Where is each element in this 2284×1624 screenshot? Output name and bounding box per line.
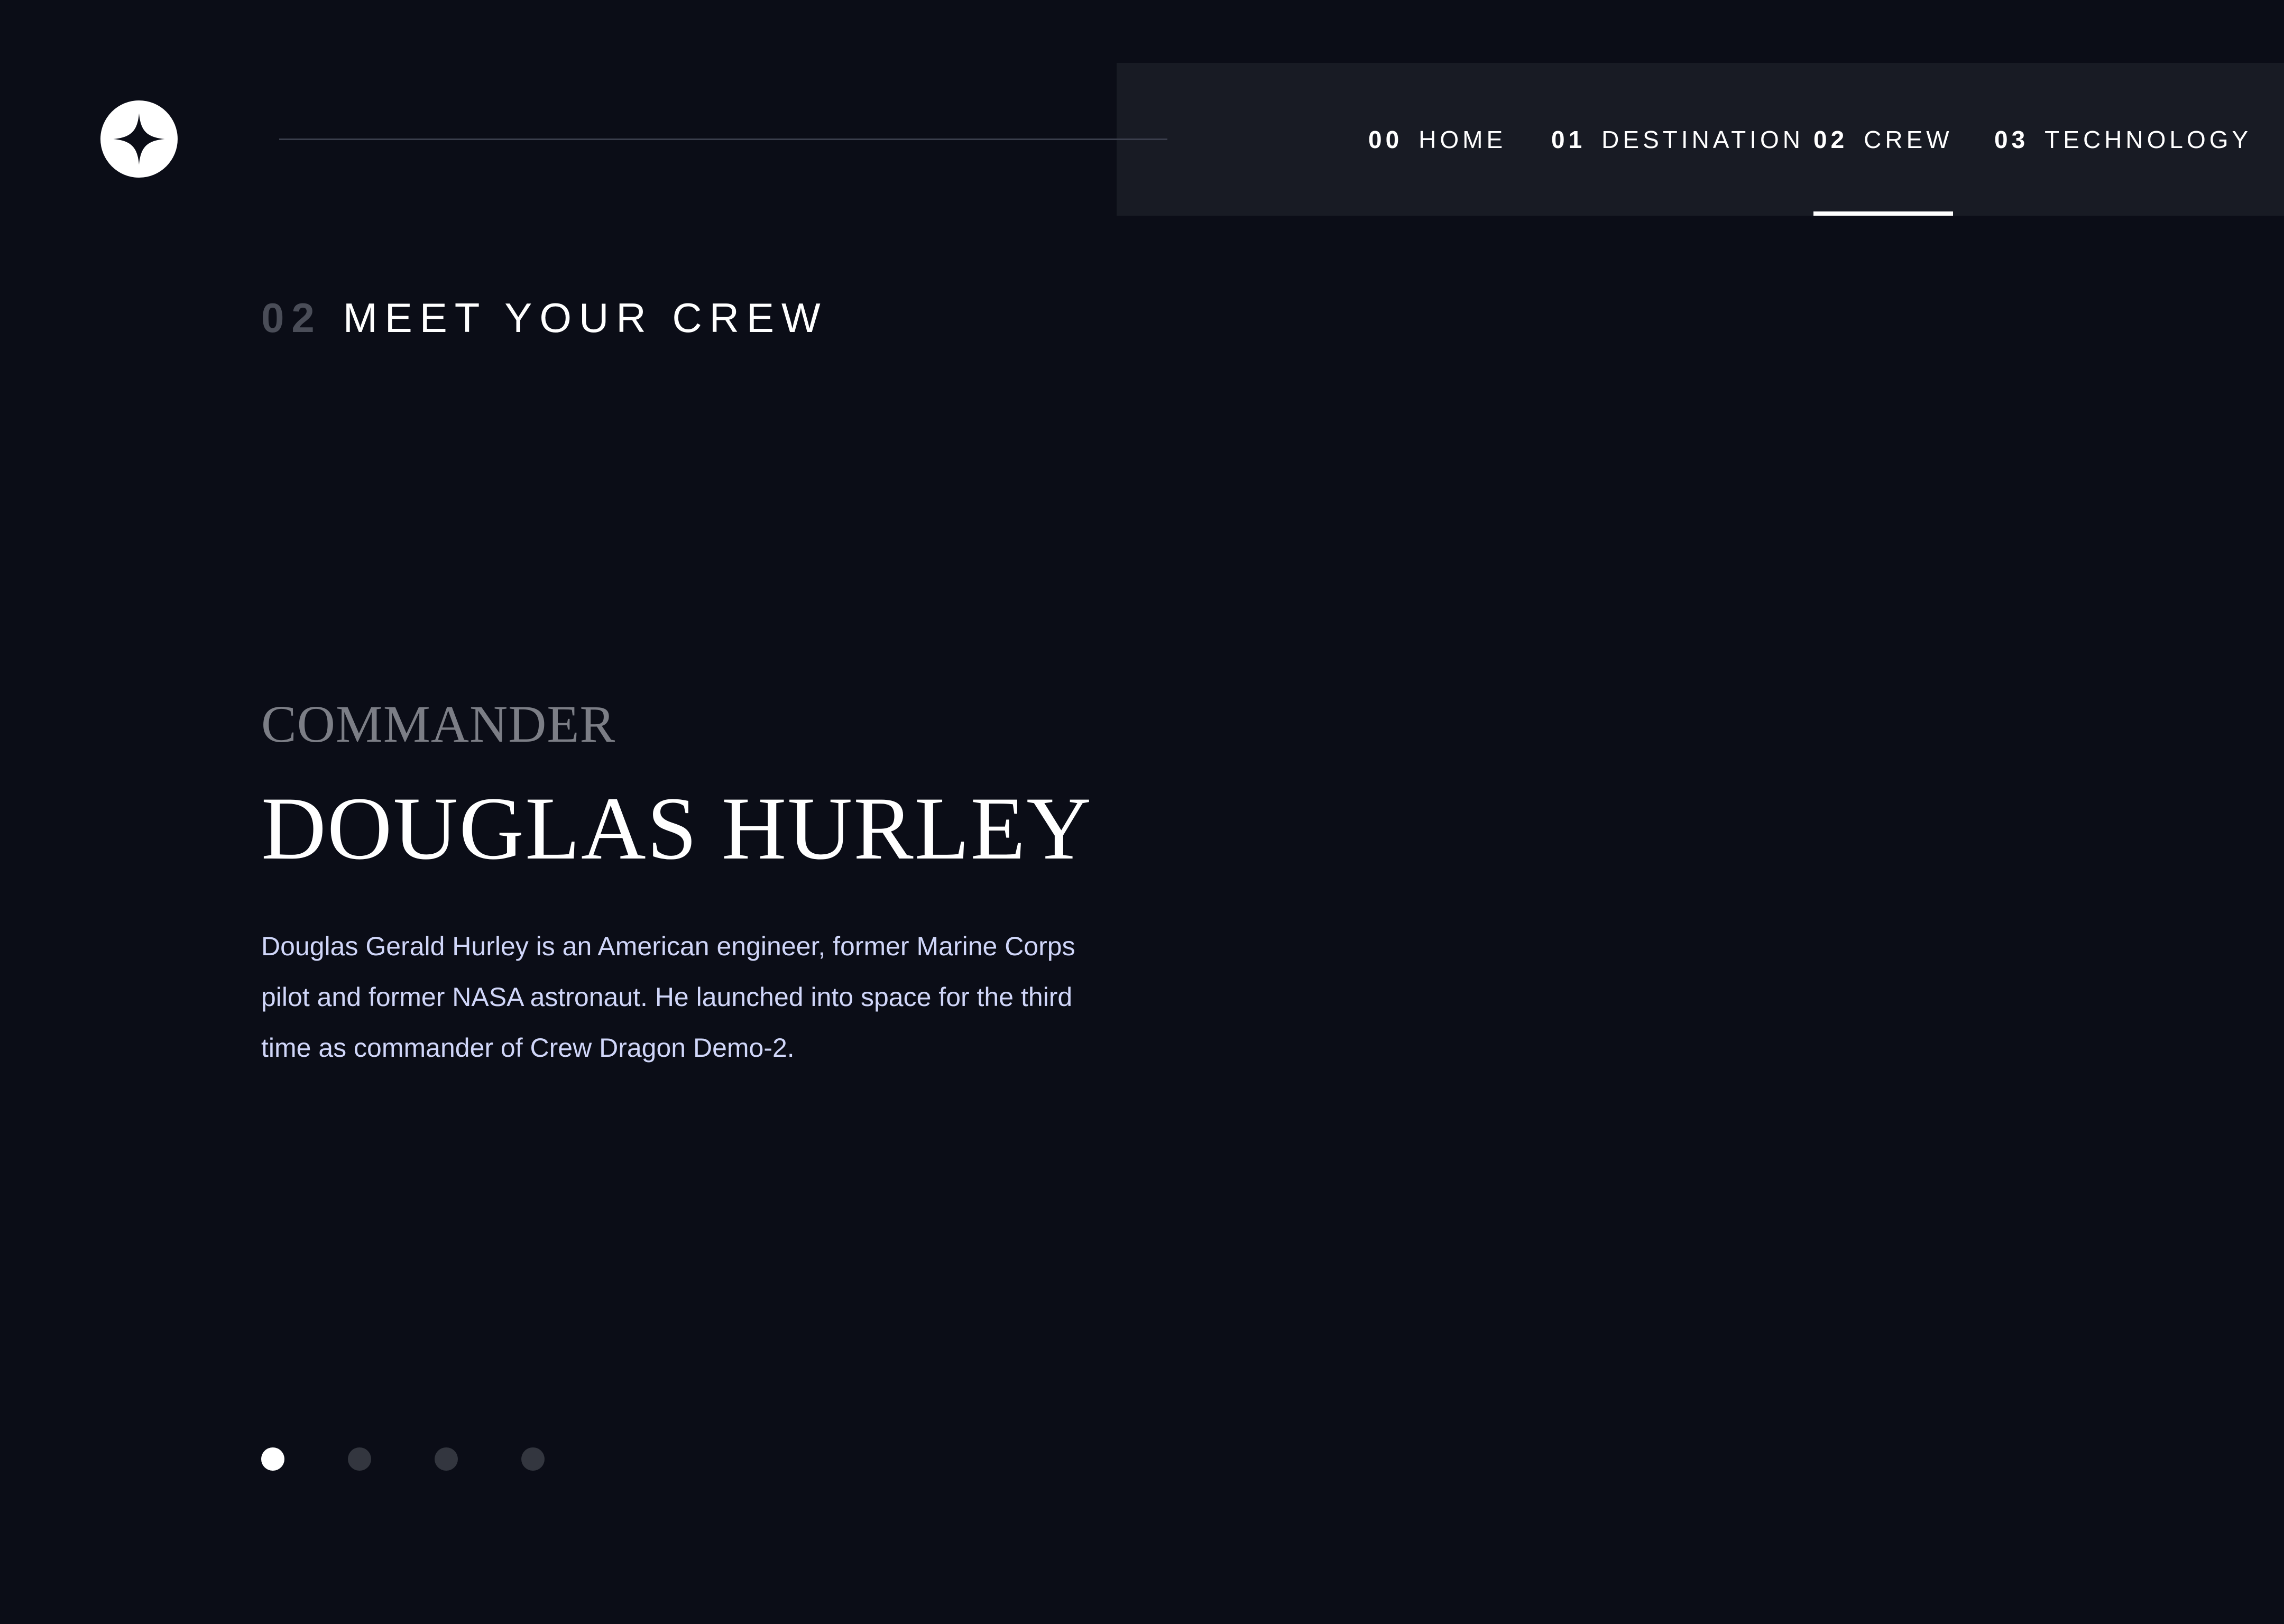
nav-item-label: HOME	[1419, 125, 1507, 153]
crew-bio: Douglas Gerald Hurley is an American eng…	[261, 921, 1139, 1073]
crew-bio-line: time as commander of Crew Dragon Demo-2.	[261, 1033, 795, 1063]
star-logo-icon[interactable]	[100, 100, 178, 178]
nav-item-crew[interactable]: 02 CREW	[1813, 63, 1953, 216]
crew-role: COMMANDER	[261, 695, 616, 753]
nav-item-label: TECHNOLOGY	[2044, 125, 2252, 153]
header-divider-line	[279, 139, 1167, 140]
nav-item-home[interactable]: 00 HOME	[1368, 63, 1506, 216]
nav-item-label: CREW	[1864, 125, 1953, 153]
main-nav: 00 HOME 01 DESTINATION 02 CREW 03 TECHNO…	[1117, 63, 2284, 216]
pager-dot[interactable]	[435, 1447, 458, 1471]
crew-name: DOUGLAS HURLEY	[261, 779, 1093, 878]
nav-item-destination[interactable]: 01 DESTINATION	[1551, 63, 1804, 216]
nav-item-number: 00	[1368, 125, 1403, 153]
page-title-text: MEET YOUR CREW	[343, 294, 828, 341]
nav-item-number: 01	[1551, 125, 1586, 153]
pager-dot[interactable]	[521, 1447, 545, 1471]
page-number: 02	[261, 294, 322, 341]
nav-item-number: 02	[1813, 125, 1848, 153]
page-title: 02 MEET YOUR CREW	[261, 294, 828, 342]
nav-item-label: DESTINATION	[1601, 125, 1804, 153]
crew-bio-line: pilot and former NASA astronaut. He laun…	[261, 982, 1073, 1012]
crew-bio-line: Douglas Gerald Hurley is an American eng…	[261, 931, 1075, 961]
crew-pager	[261, 1447, 545, 1471]
pager-dot[interactable]	[348, 1447, 371, 1471]
nav-item-number: 03	[1994, 125, 2029, 153]
nav-item-technology[interactable]: 03 TECHNOLOGY	[1994, 63, 2252, 216]
pager-dot[interactable]	[261, 1447, 284, 1471]
